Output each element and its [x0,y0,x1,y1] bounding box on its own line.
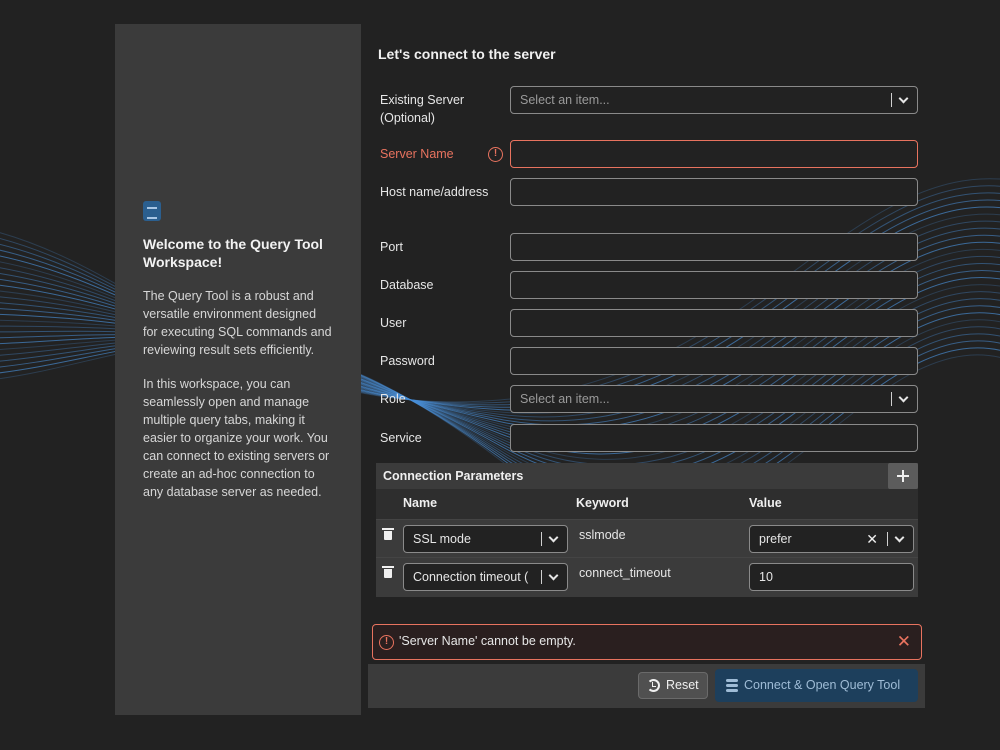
role-select[interactable]: Select an item... [510,385,918,413]
error-icon: ! [488,147,503,162]
parameter-value: prefer [759,532,792,546]
chevron-down-icon[interactable] [894,532,905,543]
form-footer: Reset Connect & Open Query Tool [368,664,925,708]
server-name-input[interactable] [510,140,918,168]
host-input[interactable] [510,178,918,206]
server-name-label: Server Name [380,147,454,161]
query-tool-icon [143,201,161,221]
form-heading: Let's connect to the server [378,46,556,62]
role-placeholder: Select an item... [520,392,610,406]
parameter-row: SSL mode sslmode prefer ✕ [376,519,918,557]
close-icon[interactable]: ✕ [897,632,911,652]
select-separator [887,532,888,546]
add-parameter-button[interactable] [888,463,918,489]
password-input[interactable] [510,347,918,375]
connect-form: Let's connect to the server Existing Ser… [368,24,928,714]
connect-label: Connect & Open Query Tool [744,678,901,692]
select-mask [529,526,541,552]
connection-parameters-title: Connection Parameters [383,469,524,483]
existing-server-placeholder: Select an item... [520,93,610,107]
clear-icon[interactable]: ✕ [866,526,878,552]
error-icon: ! [379,635,394,650]
parameter-keyword: connect_timeout [579,566,671,580]
reset-label: Reset [666,678,699,692]
existing-server-select[interactable]: Select an item... [510,86,918,114]
parameter-value: 10 [759,570,773,584]
parameter-row: Connection timeout ( connect_timeout 10 [376,557,918,595]
connection-parameters: Connection Parameters Name Keyword Value… [376,463,918,597]
select-separator [541,570,542,584]
service-input[interactable] [510,424,918,452]
trash-icon[interactable] [382,528,394,540]
select-mask [529,564,541,590]
select-separator [891,93,892,107]
welcome-panel: Welcome to the Query Tool Workspace! The… [115,24,361,715]
parameter-keyword: sslmode [579,528,626,542]
database-input[interactable] [510,271,918,299]
connect-button[interactable]: Connect & Open Query Tool [715,669,918,702]
user-input[interactable] [510,309,918,337]
parameter-name-value: SSL mode [413,532,471,546]
welcome-title: Welcome to the Query Tool Workspace! [143,236,323,270]
database-icon [726,679,738,692]
column-keyword: Keyword [576,496,629,510]
existing-server-label: Existing Server (Optional) [380,93,465,125]
parameter-name-value: Connection timeout ( [413,570,529,584]
error-message: 'Server Name' cannot be empty. [399,634,576,648]
user-label: User [380,316,407,330]
parameter-value-select[interactable]: prefer ✕ [749,525,914,553]
password-label: Password [380,354,435,368]
reset-button[interactable]: Reset [638,672,708,699]
reset-icon [647,679,660,692]
host-label: Host name/address [380,185,489,199]
error-banner: ! 'Server Name' cannot be empty. ✕ [372,624,922,660]
service-label: Service [380,431,422,445]
chevron-down-icon[interactable] [548,532,559,543]
column-name: Name [403,496,438,510]
select-separator [541,532,542,546]
role-label: Role [380,392,406,406]
parameter-name-select[interactable]: Connection timeout ( [403,563,568,591]
chevron-down-icon[interactable] [898,392,909,403]
chevron-down-icon[interactable] [898,93,909,104]
welcome-details: In this workspace, you can seamlessly op… [143,377,330,499]
trash-icon[interactable] [382,566,394,578]
parameter-value-input[interactable]: 10 [749,563,914,591]
select-separator [891,392,892,406]
welcome-description: The Query Tool is a robust and versatile… [143,289,332,357]
parameter-name-select[interactable]: SSL mode [403,525,568,553]
database-label: Database [380,278,434,292]
parameters-header: Name Keyword Value [376,489,918,519]
port-input[interactable] [510,233,918,261]
chevron-down-icon[interactable] [548,570,559,581]
column-value: Value [749,496,782,510]
port-label: Port [380,240,403,254]
